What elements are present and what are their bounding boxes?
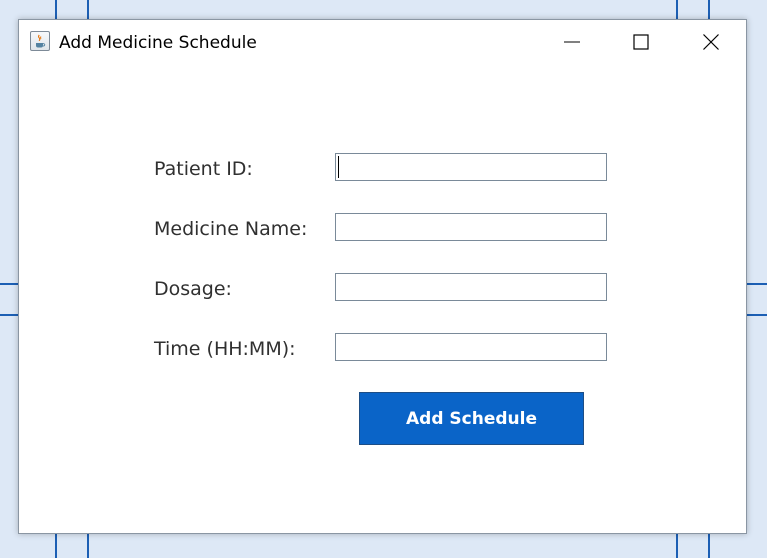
add-medicine-schedule-window: Add Medicine Schedule Patient ID: Medici…	[18, 19, 747, 534]
maximize-icon	[633, 34, 649, 50]
patient-id-input[interactable]	[335, 153, 607, 181]
java-app-icon	[30, 31, 50, 51]
dosage-input[interactable]	[335, 273, 607, 301]
patient-id-label: Patient ID:	[154, 158, 253, 180]
minimize-icon	[564, 41, 580, 43]
window-title: Add Medicine Schedule	[59, 33, 257, 53]
time-label: Time (HH:MM):	[154, 338, 296, 360]
maximize-button[interactable]	[618, 20, 664, 64]
medicine-name-input[interactable]	[335, 213, 607, 241]
medicine-name-label: Medicine Name:	[154, 218, 308, 240]
add-schedule-button[interactable]: Add Schedule	[359, 392, 584, 445]
close-icon	[703, 34, 719, 50]
close-button[interactable]	[688, 20, 734, 64]
text-caret	[338, 156, 339, 178]
minimize-button[interactable]	[549, 20, 595, 64]
dosage-label: Dosage:	[154, 278, 232, 300]
title-bar[interactable]: Add Medicine Schedule	[19, 20, 746, 64]
time-input[interactable]	[335, 333, 607, 361]
